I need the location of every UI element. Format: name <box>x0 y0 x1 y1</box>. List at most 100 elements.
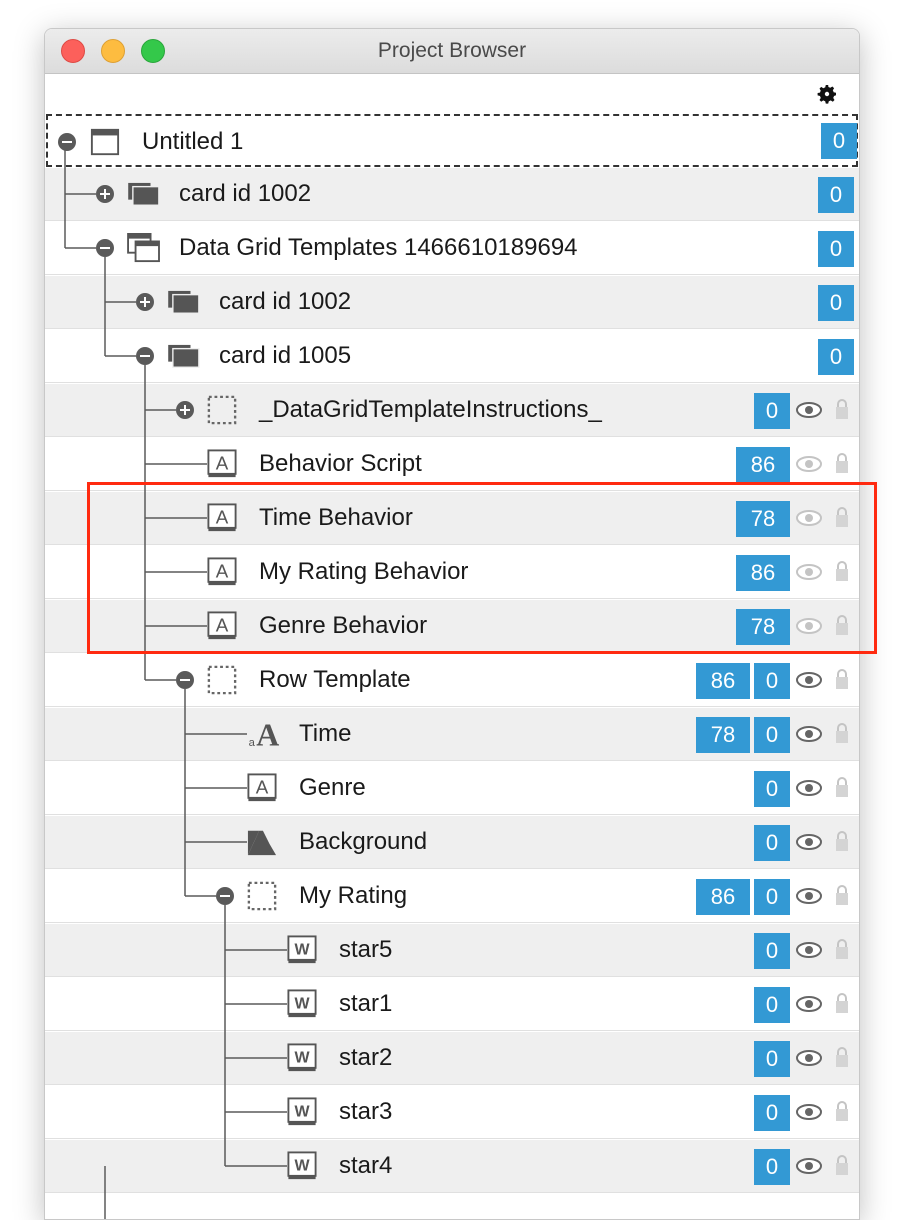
stack-icon <box>127 233 161 268</box>
lock-icon[interactable] <box>835 560 849 582</box>
count-badge: 86 <box>696 879 750 915</box>
svg-text:A: A <box>256 719 279 749</box>
visibility-eye-icon[interactable] <box>796 726 822 742</box>
svg-text:W: W <box>294 1104 310 1121</box>
lock-icon[interactable] <box>835 1046 849 1068</box>
count-badge: 86 <box>736 555 790 591</box>
count-badge: 0 <box>754 933 790 969</box>
row-label: Time <box>299 720 352 747</box>
visibility-eye-icon[interactable] <box>796 834 822 850</box>
count-badge: 0 <box>818 285 854 321</box>
project-browser-window: Project Browser Untitled 1 0 card id 1002 0… <box>44 28 860 1220</box>
gear-icon[interactable] <box>815 82 839 106</box>
field-icon: A <box>207 449 237 484</box>
expand-toggle-icon[interactable] <box>136 293 154 311</box>
count-badge: 0 <box>821 123 857 159</box>
visibility-eye-icon[interactable] <box>796 564 822 580</box>
count-badge: 0 <box>754 1149 790 1185</box>
tree-row[interactable]: Wstar5 0 <box>45 924 859 977</box>
visibility-eye-icon[interactable] <box>796 618 822 634</box>
visibility-eye-icon[interactable] <box>796 1050 822 1066</box>
lock-icon[interactable] <box>835 1100 849 1122</box>
collapse-toggle-icon[interactable] <box>58 133 76 151</box>
collapse-toggle-icon[interactable] <box>96 239 114 257</box>
tree-row[interactable]: Wstar3 0 <box>45 1086 859 1139</box>
count-badge: 78 <box>696 717 750 753</box>
svg-text:W: W <box>294 1050 310 1067</box>
tree-row[interactable]: Row Template 0 86 <box>45 654 859 707</box>
field-icon: A <box>207 557 237 592</box>
collapse-toggle-icon[interactable] <box>136 347 154 365</box>
lock-icon[interactable] <box>835 452 849 474</box>
tree-row[interactable]: A My Rating Behavior 86 <box>45 546 859 599</box>
stack-icon <box>90 127 120 162</box>
svg-text:A: A <box>216 507 229 528</box>
tree-row[interactable]: _DataGridTemplateInstructions_ 0 <box>45 384 859 437</box>
visibility-eye-icon[interactable] <box>796 1104 822 1120</box>
lock-icon[interactable] <box>835 884 849 906</box>
lock-icon[interactable] <box>835 830 849 852</box>
svg-text:W: W <box>294 996 310 1013</box>
lock-icon[interactable] <box>835 668 849 690</box>
row-label: card id 1002 <box>179 180 312 207</box>
svg-text:A: A <box>256 777 269 798</box>
lock-icon[interactable] <box>835 992 849 1014</box>
titlebar: Project Browser <box>45 29 859 74</box>
row-label: Genre <box>299 774 366 801</box>
lock-icon[interactable] <box>835 398 849 420</box>
visibility-eye-icon[interactable] <box>796 1158 822 1174</box>
visibility-eye-icon[interactable] <box>796 672 822 688</box>
visibility-eye-icon[interactable] <box>796 402 822 418</box>
tree-row[interactable]: A Time Behavior 78 <box>45 492 859 545</box>
lock-icon[interactable] <box>835 776 849 798</box>
row-label: star5 <box>339 936 393 963</box>
tree-row[interactable]: Wstar2 0 <box>45 1032 859 1085</box>
tree-row[interactable]: card id 1005 0 <box>45 330 859 383</box>
count-badge: 0 <box>754 771 790 807</box>
visibility-eye-icon[interactable] <box>796 888 822 904</box>
tree-row[interactable]: Wstar1 0 <box>45 978 859 1031</box>
collapse-toggle-icon[interactable] <box>176 671 194 689</box>
row-label: My Rating Behavior <box>259 558 469 585</box>
expand-toggle-icon[interactable] <box>176 401 194 419</box>
tree-row[interactable]: A Behavior Script 86 <box>45 438 859 491</box>
svg-text:W: W <box>294 942 310 959</box>
lock-icon[interactable] <box>835 938 849 960</box>
tree-row[interactable]: Data Grid Templates 1466610189694 0 <box>45 222 859 275</box>
visibility-eye-icon[interactable] <box>796 996 822 1012</box>
row-label: _DataGridTemplateInstructions_ <box>259 396 602 423</box>
visibility-eye-icon[interactable] <box>796 780 822 796</box>
collapse-toggle-icon[interactable] <box>216 887 234 905</box>
tree-row[interactable]: Untitled 1 0 <box>46 114 858 167</box>
tree-row[interactable]: card id 1002 0 <box>45 276 859 329</box>
row-label: star3 <box>339 1098 393 1125</box>
lock-icon[interactable] <box>835 722 849 744</box>
card-icon <box>127 182 161 213</box>
row-label: Row Template <box>259 666 411 693</box>
count-badge: 0 <box>754 879 790 915</box>
lock-icon[interactable] <box>835 506 849 528</box>
tree-row[interactable]: Aa Time 0 78 <box>45 708 859 761</box>
lock-icon[interactable] <box>835 614 849 636</box>
count-badge: 0 <box>754 663 790 699</box>
visibility-eye-icon[interactable] <box>796 942 822 958</box>
svg-text:A: A <box>216 561 229 582</box>
visibility-eye-icon[interactable] <box>796 456 822 472</box>
field-icon: A <box>207 611 237 646</box>
lock-icon[interactable] <box>835 1154 849 1176</box>
row-label: star2 <box>339 1044 393 1071</box>
row-label: Time Behavior <box>259 504 413 531</box>
row-label: card id 1005 <box>219 342 352 369</box>
expand-toggle-icon[interactable] <box>96 185 114 203</box>
count-badge: 0 <box>754 717 790 753</box>
count-badge: 0 <box>754 825 790 861</box>
tree-row[interactable]: My Rating 0 86 <box>45 870 859 923</box>
tree-row[interactable]: A Genre 0 <box>45 762 859 815</box>
row-label: star1 <box>339 990 393 1017</box>
tree-row[interactable]: Wstar4 0 <box>45 1140 859 1193</box>
visibility-eye-icon[interactable] <box>796 510 822 526</box>
tree-row[interactable]: Background 0 <box>45 816 859 869</box>
tree-row[interactable]: card id 1002 0 <box>45 168 859 221</box>
tree-row[interactable]: A Genre Behavior 78 <box>45 600 859 653</box>
widget-icon: W <box>287 989 317 1024</box>
